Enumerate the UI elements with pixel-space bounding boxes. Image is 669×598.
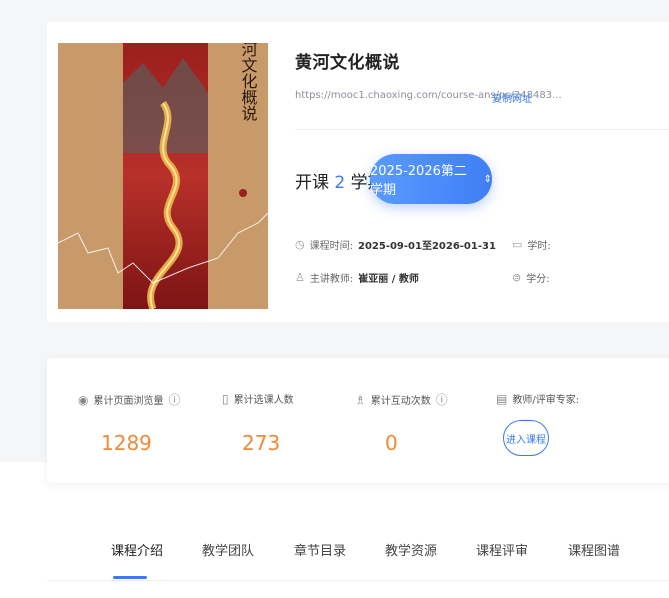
course-credits: ⊜ 学分: bbox=[512, 270, 550, 285]
stat-interactions: ♗ 累计互动次数 ⓘ bbox=[355, 391, 448, 408]
stat-reviewer-label: 教师/评审专家: bbox=[512, 395, 580, 406]
course-hours-label: 学时: bbox=[527, 241, 551, 252]
stat-views-value: 1289 bbox=[101, 431, 152, 455]
term-select-button[interactable]: 2025-2026第二学期 ⇕ bbox=[370, 154, 492, 204]
enter-course-button[interactable]: 进入课程 bbox=[503, 420, 549, 456]
book-icon: ▯ bbox=[222, 391, 229, 406]
cover-vertical-title: 黄河文化概说 bbox=[239, 43, 258, 121]
tab-course-graph[interactable]: 课程图谱 bbox=[568, 540, 620, 559]
term-select-label: 2025-2026第二学期 bbox=[370, 164, 467, 198]
copy-url-link[interactable]: 复制网址 bbox=[492, 90, 532, 105]
stats-card bbox=[47, 358, 669, 483]
stat-views: ◉ 累计页面浏览量 ⓘ bbox=[78, 391, 181, 408]
course-credits-label: 学分: bbox=[526, 274, 550, 285]
cover-title-text: 黄河文化概说 bbox=[239, 43, 258, 121]
tab-teaching-team[interactable]: 教学团队 bbox=[202, 540, 254, 559]
document-icon: ▤ bbox=[496, 391, 508, 406]
info-icon[interactable]: ⓘ bbox=[436, 391, 448, 408]
calendar-icon: ▭ bbox=[512, 238, 523, 251]
course-time-value: 2025-09-01至2026-01-31 bbox=[357, 241, 496, 252]
active-tab-indicator bbox=[113, 576, 147, 579]
eye-icon: ◉ bbox=[78, 392, 89, 407]
tab-course-review[interactable]: 课程评审 bbox=[476, 540, 528, 559]
divider bbox=[295, 129, 669, 130]
stat-enrolled-value: 273 bbox=[242, 431, 281, 455]
stat-reviewer: ▤ 教师/评审专家: bbox=[496, 391, 580, 407]
tab-teaching-resources[interactable]: 教学资源 bbox=[385, 540, 437, 559]
term-number: 2 bbox=[334, 173, 346, 193]
info-icon[interactable]: ⓘ bbox=[168, 391, 180, 408]
course-time-label: 课程时间: bbox=[309, 241, 353, 252]
course-teacher-value: 崔亚丽 / 教师 bbox=[358, 274, 419, 285]
database-icon: ⊜ bbox=[512, 271, 522, 284]
term-prefix: 开课 bbox=[295, 173, 329, 193]
sort-arrows-icon: ⇕ bbox=[483, 173, 492, 185]
clock-icon: ◷ bbox=[295, 238, 305, 251]
stat-enrolled: ▯ 累计选课人数 bbox=[222, 391, 294, 407]
users-icon: ♗ bbox=[355, 392, 366, 407]
tab-course-intro[interactable]: 课程介绍 bbox=[111, 540, 163, 559]
stat-interactions-label: 累计互动次数 bbox=[370, 396, 431, 407]
course-time: ◷ 课程时间: 2025-09-01至2026-01-31 bbox=[295, 237, 496, 252]
tab-chapter-list[interactable]: 章节目录 bbox=[294, 540, 346, 559]
course-cover-image: 黄河文化概说 bbox=[58, 43, 268, 309]
course-teacher: ♙ 主讲教师: 崔亚丽 / 教师 bbox=[295, 270, 419, 285]
stat-interactions-value: 0 bbox=[385, 431, 398, 455]
stat-enrolled-label: 累计选课人数 bbox=[233, 395, 294, 406]
course-title: 黄河文化概说 bbox=[295, 53, 400, 73]
course-hours: ▭ 学时: bbox=[512, 237, 551, 252]
user-icon: ♙ bbox=[295, 271, 305, 284]
stat-views-label: 累计页面浏览量 bbox=[93, 396, 164, 407]
course-teacher-label: 主讲教师: bbox=[309, 274, 354, 285]
